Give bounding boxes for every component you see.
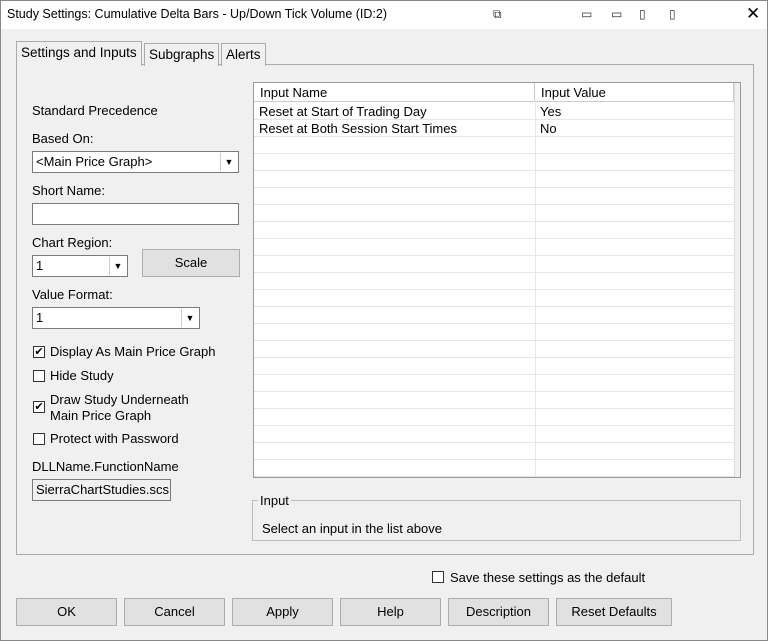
- short-name-input[interactable]: [32, 203, 239, 225]
- table-row[interactable]: Reset at Start of Trading Day Yes: [254, 103, 734, 120]
- table-row[interactable]: [254, 307, 734, 324]
- table-row[interactable]: [254, 273, 734, 290]
- save-default-checkbox[interactable]: [432, 571, 444, 583]
- table-row[interactable]: Reset at Both Session Start Times No: [254, 120, 734, 137]
- table-row[interactable]: [254, 256, 734, 273]
- table-row[interactable]: [254, 358, 734, 375]
- table-row[interactable]: [254, 443, 734, 460]
- table-row[interactable]: [254, 409, 734, 426]
- table-row[interactable]: [254, 460, 734, 477]
- scrollbar[interactable]: [734, 83, 740, 477]
- tab-subgraphs[interactable]: Subgraphs: [144, 43, 220, 66]
- dll-input: SierraChartStudies.scs: [32, 479, 171, 501]
- draw-underneath-label-2: Main Price Graph: [50, 408, 152, 423]
- table-row[interactable]: [254, 171, 734, 188]
- draw-underneath-label: Draw Study Underneath: [50, 392, 189, 407]
- table-row[interactable]: [254, 205, 734, 222]
- table-row[interactable]: [254, 154, 734, 171]
- tab-settings-and-inputs[interactable]: Settings and Inputs: [16, 41, 142, 66]
- table-row[interactable]: [254, 324, 734, 341]
- draw-underneath-checkbox[interactable]: ✔: [33, 401, 45, 413]
- table-row[interactable]: [254, 375, 734, 392]
- display-as-main-label: Display As Main Price Graph: [50, 344, 216, 359]
- input-groupbox: Input Select an input in the list above: [252, 493, 741, 541]
- apply-button[interactable]: Apply: [232, 598, 333, 626]
- based-on-select[interactable]: <Main Price Graph> ▼: [32, 151, 239, 173]
- table-row[interactable]: [254, 239, 734, 256]
- layout-icon-4[interactable]: ▯: [669, 7, 676, 21]
- save-default-label: Save these settings as the default: [450, 570, 646, 585]
- input-help-text: Select an input in the list above: [262, 521, 442, 536]
- table-row[interactable]: [254, 222, 734, 239]
- chart-region-value: 1: [36, 258, 44, 273]
- value-format-value: 1: [36, 310, 44, 325]
- input-name-cell: Reset at Start of Trading Day: [259, 104, 427, 119]
- table-row[interactable]: [254, 188, 734, 205]
- layout-icon-2[interactable]: ▭: [611, 7, 622, 21]
- table-row[interactable]: [254, 392, 734, 409]
- window-mode-icon[interactable]: ⧉: [493, 7, 502, 22]
- ok-button[interactable]: OK: [16, 598, 117, 626]
- layout-icon-3[interactable]: ▯: [639, 7, 646, 21]
- help-button[interactable]: Help: [340, 598, 441, 626]
- table-row[interactable]: [254, 137, 734, 154]
- input-value-cell: No: [540, 121, 557, 136]
- table-row[interactable]: [254, 341, 734, 358]
- protect-password-label: Protect with Password: [50, 431, 179, 446]
- header-input-value[interactable]: Input Value: [535, 83, 734, 102]
- input-groupbox-title: Input: [260, 493, 289, 508]
- table-row[interactable]: [254, 426, 734, 443]
- layout-icon-1[interactable]: ▭: [581, 7, 592, 21]
- table-row[interactable]: [254, 290, 734, 307]
- chart-region-label: Chart Region:: [32, 235, 113, 250]
- tab-alerts[interactable]: Alerts: [221, 43, 266, 66]
- scale-button[interactable]: Scale: [142, 249, 240, 277]
- based-on-label: Based On:: [32, 131, 94, 146]
- hide-study-label: Hide Study: [50, 368, 114, 383]
- value-format-select[interactable]: 1 ▼: [32, 307, 200, 329]
- input-name-cell: Reset at Both Session Start Times: [259, 121, 457, 136]
- cancel-button[interactable]: Cancel: [124, 598, 225, 626]
- reset-defaults-button[interactable]: Reset Defaults: [556, 598, 672, 626]
- based-on-value: <Main Price Graph>: [36, 154, 153, 169]
- description-button[interactable]: Description: [448, 598, 549, 626]
- window-title: Study Settings: Cumulative Delta Bars - …: [7, 7, 388, 21]
- header-input-name[interactable]: Input Name: [254, 83, 535, 102]
- chevron-down-icon: ▼: [220, 153, 237, 171]
- hide-study-checkbox[interactable]: [33, 370, 45, 382]
- chevron-down-icon: ▼: [181, 309, 198, 327]
- input-value-cell: Yes: [540, 104, 562, 119]
- inputs-grid: Input Name Input Value Reset at Start of…: [253, 82, 741, 478]
- close-icon[interactable]: ✕: [746, 4, 760, 24]
- protect-password-checkbox[interactable]: [33, 433, 45, 445]
- dll-label: DLLName.FunctionName: [32, 459, 179, 474]
- value-format-label: Value Format:: [32, 287, 113, 302]
- display-as-main-checkbox[interactable]: ✔: [33, 346, 45, 358]
- standard-precedence-label: Standard Precedence: [32, 103, 158, 118]
- chevron-down-icon: ▼: [109, 257, 126, 275]
- short-name-label: Short Name:: [32, 183, 105, 198]
- chart-region-select[interactable]: 1 ▼: [32, 255, 128, 277]
